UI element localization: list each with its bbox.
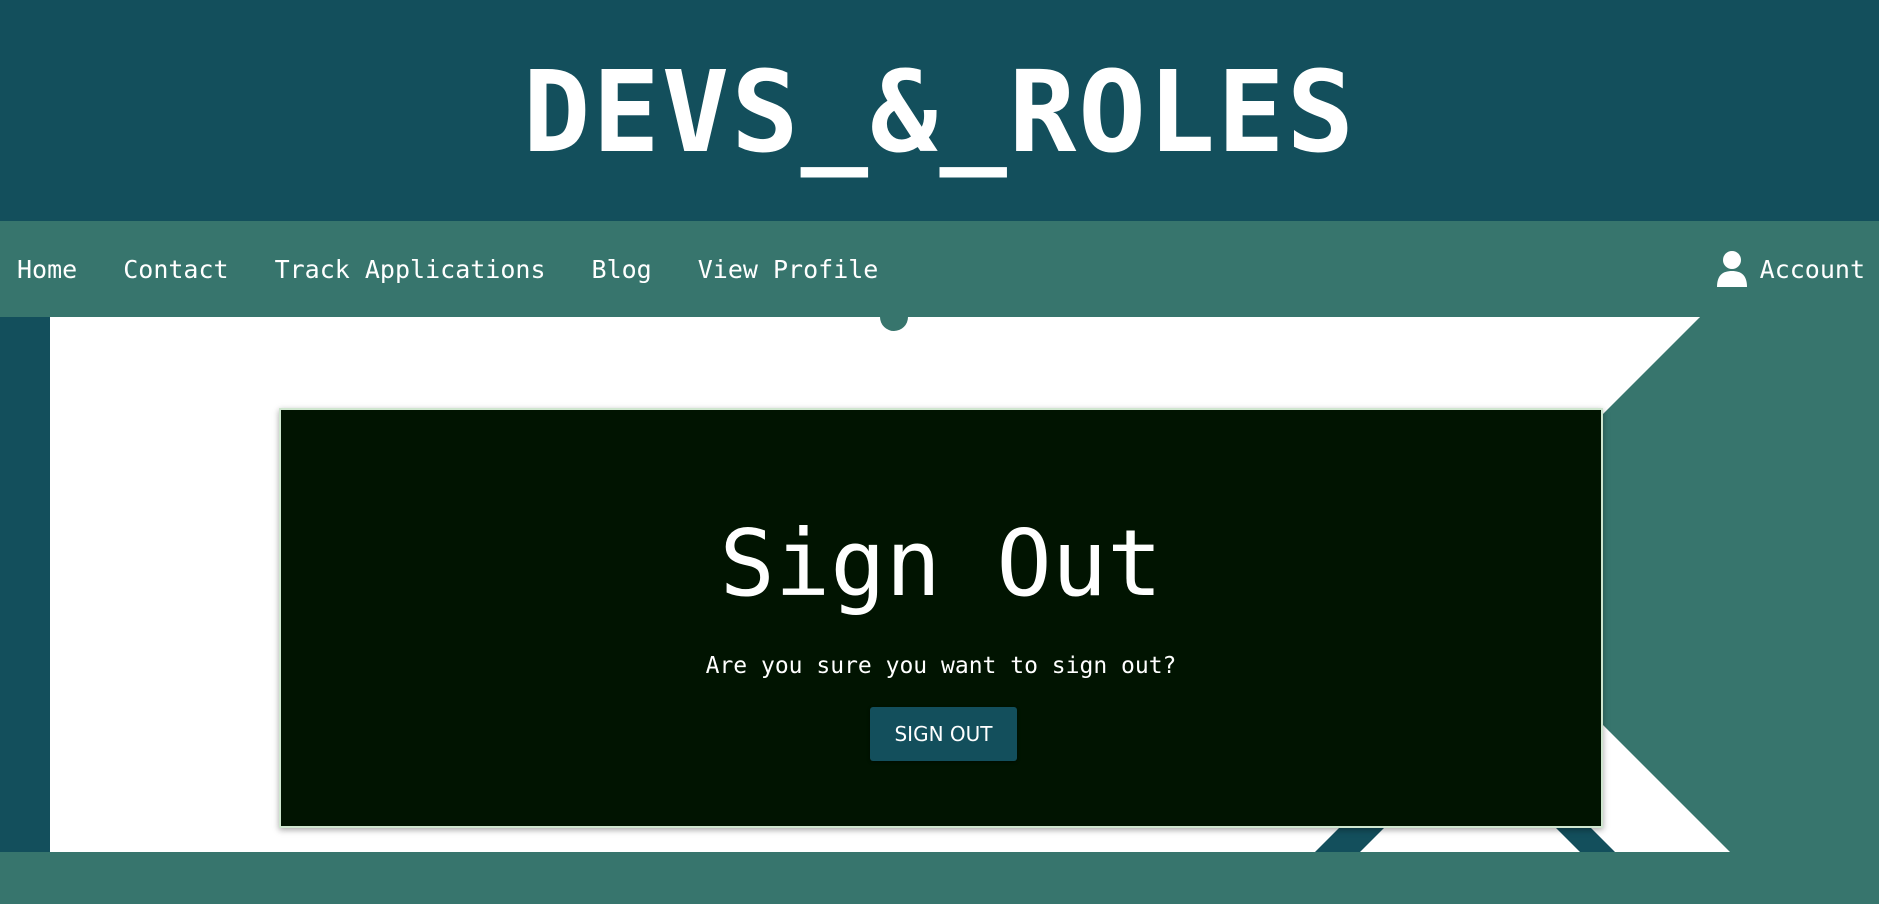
account-label: Account [1759,254,1865,284]
site-title: DEVS_&_ROLES [522,47,1357,178]
sign-out-button[interactable]: SIGN OUT [870,707,1017,761]
main-navbar: Home Contact Track Applications Blog Vie… [0,221,1879,317]
nav-contact-link[interactable]: Contact [123,255,228,284]
dialog-title: Sign Out [719,510,1163,617]
nav-home-link[interactable]: Home [17,255,77,284]
account-menu[interactable]: Account [1716,221,1865,317]
nav-blog-link[interactable]: Blog [592,255,652,284]
nav-view-profile-link[interactable]: View Profile [698,255,879,284]
left-accent-strip [0,317,50,852]
user-icon [1716,251,1747,287]
sign-out-dialog: Sign Out Are you sure you want to sign o… [279,408,1603,828]
site-header: DEVS_&_ROLES [0,0,1879,221]
dialog-message: Are you sure you want to sign out? [705,653,1177,679]
nav-links: Home Contact Track Applications Blog Vie… [0,221,907,317]
nav-track-applications-link[interactable]: Track Applications [275,255,546,284]
footer-band [0,852,1879,904]
